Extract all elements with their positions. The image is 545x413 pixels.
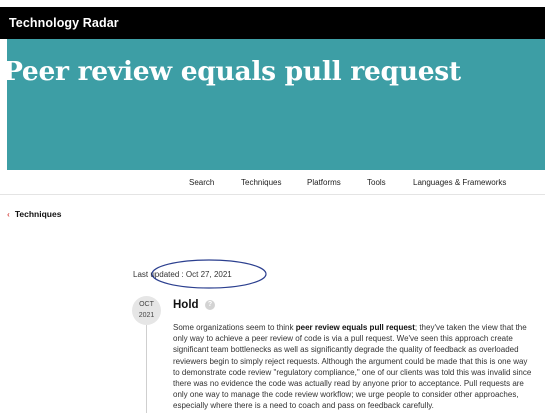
blip-text-segment: especially where there is a need to coac… bbox=[173, 401, 434, 411]
nav-item-languages-frameworks[interactable]: Languages & Frameworks bbox=[413, 178, 506, 187]
nav-item-search[interactable]: Search bbox=[189, 178, 214, 187]
blip-term-bold: peer review equals pull request bbox=[295, 323, 415, 332]
blip-description: Some organizations seem to think peer re… bbox=[173, 322, 545, 412]
blip-text-segment: to demonstrate code review "regulatory c… bbox=[173, 367, 532, 377]
blip-text-segment: there was no evidence the code was actua… bbox=[173, 378, 524, 388]
blip-text-segment: only way to achieve a peer review of cod… bbox=[173, 334, 513, 344]
top-bar: Technology Radar bbox=[0, 7, 545, 39]
blip-text-line: to demonstrate code review "regulatory c… bbox=[173, 367, 545, 378]
brand-logo-text[interactable]: Technology Radar bbox=[9, 16, 119, 30]
breadcrumb-label: Techniques bbox=[14, 209, 62, 219]
ring-label: Hold bbox=[173, 299, 199, 311]
nav-item-techniques[interactable]: Techniques bbox=[241, 178, 281, 187]
blip-text-segment: Some organizations seem to think bbox=[173, 323, 296, 332]
date-badge: OCT 2021 bbox=[132, 296, 161, 325]
blip-text-segment: significant team bottlenecks as well as … bbox=[173, 345, 519, 355]
blip-text-line: only one way to manage the code review w… bbox=[173, 389, 545, 400]
date-badge-month: OCT bbox=[139, 301, 154, 308]
nav-item-platforms[interactable]: Platforms bbox=[307, 178, 341, 187]
blip-text-line: only way to achieve a peer review of cod… bbox=[173, 333, 545, 344]
blip-text-line: Some organizations seem to think peer re… bbox=[173, 322, 545, 333]
blip-text-segment: ; they've taken the view that the bbox=[414, 323, 527, 332]
blip-text-line: especially where there is a need to coac… bbox=[173, 400, 545, 411]
blip-text-segment: only one way to manage the code review w… bbox=[173, 390, 519, 400]
blip-text-line: there was no evidence the code was actua… bbox=[173, 378, 545, 389]
blip-text-line: significant team bottlenecks as well as … bbox=[173, 344, 545, 355]
page-title: Peer review equals pull request bbox=[3, 56, 461, 87]
timeline-line bbox=[146, 322, 147, 413]
main-nav: Search Techniques Platforms Tools Langua… bbox=[0, 171, 545, 195]
last-updated: Last updated : Oct 27, 2021 bbox=[133, 270, 232, 279]
chevron-left-icon: ‹ bbox=[7, 209, 10, 219]
question-circle-icon[interactable]: ? bbox=[205, 300, 215, 310]
blip-text-segment: reviewers begin to simply reject request… bbox=[173, 356, 528, 366]
breadcrumb[interactable]: ‹ Techniques bbox=[7, 209, 61, 219]
blip-text-line: reviewers begin to simply reject request… bbox=[173, 356, 545, 367]
nav-item-tools[interactable]: Tools bbox=[367, 178, 386, 187]
date-badge-year: 2021 bbox=[138, 312, 155, 319]
